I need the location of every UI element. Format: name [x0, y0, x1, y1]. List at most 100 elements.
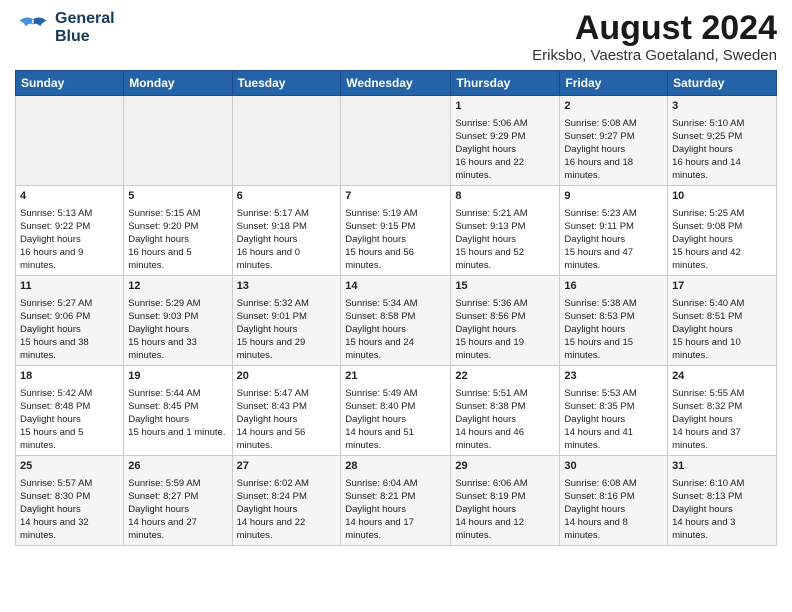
day-number: 20	[237, 369, 337, 384]
calendar-cell: 12Sunrise: 5:29 AMSunset: 9:03 PMDayligh…	[124, 276, 232, 366]
calendar-header: Sunday Monday Tuesday Wednesday Thursday…	[16, 71, 777, 96]
calendar-cell: 19 Sunrise: 5:44 AMSunset: 8:45 PMDayligh…	[124, 366, 232, 456]
calendar-cell: 7 Sunrise: 5:19 AMSunset: 9:15 PMDaylight…	[341, 186, 451, 276]
day-content: Sunrise: 5:42 AMSunset: 8:48 PMDaylight …	[20, 387, 119, 453]
day-number: 4	[20, 189, 119, 204]
day-number: 15	[455, 279, 555, 294]
calendar-cell	[124, 96, 232, 186]
day-number: 16	[564, 279, 663, 294]
calendar-cell: 4Sunrise: 5:13 AMSunset: 9:22 PMDaylight…	[16, 186, 124, 276]
col-wednesday: Wednesday	[341, 71, 451, 96]
calendar-cell: 1Sunrise: 5:06 AMSunset: 9:29 PMDaylight…	[451, 96, 560, 186]
day-number: 18	[20, 369, 119, 384]
calendar-cell: 14 Sunrise: 5:34 AMSunset: 8:58 PMDayligh…	[341, 276, 451, 366]
header: General Blue August 2024 Eriksbo, Vaestr…	[15, 10, 777, 64]
calendar-cell: 16 Sunrise: 5:38 AMSunset: 8:53 PMDayligh…	[560, 276, 668, 366]
day-number: 8	[455, 189, 555, 204]
day-content: Sunrise: 5:34 AMSunset: 8:58 PMDaylight …	[345, 297, 446, 363]
day-content: Sunrise: 5:19 AMSunset: 9:15 PMDaylight …	[345, 207, 446, 273]
day-content: Sunrise: 5:10 AMSunset: 9:25 PMDaylight …	[672, 117, 772, 183]
day-content: Sunrise: 5:15 AMSunset: 9:20 PMDaylight …	[128, 207, 227, 273]
calendar-cell	[232, 96, 341, 186]
day-content: Sunrise: 5:23 AMSunset: 9:11 PMDaylight …	[564, 207, 663, 273]
day-content: Sunrise: 5:47 AMSunset: 8:43 PMDaylight …	[237, 387, 337, 453]
calendar-cell: 30Sunrise: 6:08 AMSunset: 8:16 PMDayligh…	[560, 456, 668, 546]
day-number: 7	[345, 189, 446, 204]
day-number: 17	[672, 279, 772, 294]
title-block: August 2024 Eriksbo, Vaestra Goetaland, …	[532, 10, 777, 64]
day-number: 11	[20, 279, 119, 294]
day-content: Sunrise: 5:55 AMSunset: 8:32 PMDaylight …	[672, 387, 772, 453]
col-tuesday: Tuesday	[232, 71, 341, 96]
calendar-cell: 11 Sunrise: 5:27 AMSunset: 9:06 PMDayligh…	[16, 276, 124, 366]
header-row: Sunday Monday Tuesday Wednesday Thursday…	[16, 71, 777, 96]
calendar-cell: 15 Sunrise: 5:36 AMSunset: 8:56 PMDayligh…	[451, 276, 560, 366]
day-content: Sunrise: 5:40 AMSunset: 8:51 PMDaylight …	[672, 297, 772, 363]
day-content: Sunrise: 5:38 AMSunset: 8:53 PMDaylight …	[564, 297, 663, 363]
calendar-week-5: 25 Sunrise: 5:57 AMSunset: 8:30 PMDayligh…	[16, 456, 777, 546]
day-content: Sunrise: 5:53 AMSunset: 8:35 PMDaylight …	[564, 387, 663, 453]
day-number: 2	[564, 99, 663, 114]
calendar-cell: 18 Sunrise: 5:42 AMSunset: 8:48 PMDayligh…	[16, 366, 124, 456]
day-content: Sunrise: 5:57 AMSunset: 8:30 PMDaylight …	[20, 477, 119, 543]
day-number: 3	[672, 99, 772, 114]
page-container: General Blue August 2024 Eriksbo, Vaestr…	[0, 0, 792, 556]
day-content: Sunrise: 5:21 AMSunset: 9:13 PMDaylight …	[455, 207, 555, 273]
day-content: Sunrise: 6:10 AMSunset: 8:13 PMDaylight …	[672, 477, 772, 543]
day-number: 28	[345, 459, 446, 474]
calendar-cell: 22Sunrise: 5:51 AMSunset: 8:38 PMDayligh…	[451, 366, 560, 456]
calendar-cell: 6 Sunrise: 5:17 AMSunset: 9:18 PMDaylight…	[232, 186, 341, 276]
day-content: Sunrise: 6:04 AMSunset: 8:21 PMDaylight …	[345, 477, 446, 543]
day-number: 19	[128, 369, 227, 384]
logo-icon	[15, 10, 51, 46]
day-number: 21	[345, 369, 446, 384]
calendar-title: August 2024	[532, 10, 777, 47]
calendar-cell: 8 Sunrise: 5:21 AMSunset: 9:13 PMDaylight…	[451, 186, 560, 276]
day-number: 10	[672, 189, 772, 204]
day-number: 5	[128, 189, 227, 204]
calendar-cell: 31Sunrise: 6:10 AMSunset: 8:13 PMDayligh…	[668, 456, 777, 546]
calendar-week-1: 1Sunrise: 5:06 AMSunset: 9:29 PMDaylight…	[16, 96, 777, 186]
day-number: 27	[237, 459, 337, 474]
calendar-cell	[16, 96, 124, 186]
calendar-table: Sunday Monday Tuesday Wednesday Thursday…	[15, 70, 777, 546]
day-content: Sunrise: 6:06 AMSunset: 8:19 PMDaylight …	[455, 477, 555, 543]
day-number: 29	[455, 459, 555, 474]
calendar-cell: 23Sunrise: 5:53 AMSunset: 8:35 PMDayligh…	[560, 366, 668, 456]
day-content: Sunrise: 5:06 AMSunset: 9:29 PMDaylight …	[455, 117, 555, 183]
day-number: 14	[345, 279, 446, 294]
day-content: Sunrise: 5:59 AMSunset: 8:27 PMDaylight …	[128, 477, 227, 543]
day-content: Sunrise: 5:17 AMSunset: 9:18 PMDaylight …	[237, 207, 337, 273]
calendar-cell: 21Sunrise: 5:49 AMSunset: 8:40 PMDayligh…	[341, 366, 451, 456]
day-number: 25	[20, 459, 119, 474]
calendar-cell: 9 Sunrise: 5:23 AMSunset: 9:11 PMDaylight…	[560, 186, 668, 276]
col-monday: Monday	[124, 71, 232, 96]
col-sunday: Sunday	[16, 71, 124, 96]
day-content: Sunrise: 5:25 AMSunset: 9:08 PMDaylight …	[672, 207, 772, 273]
col-thursday: Thursday	[451, 71, 560, 96]
col-saturday: Saturday	[668, 71, 777, 96]
day-number: 6	[237, 189, 337, 204]
day-number: 26	[128, 459, 227, 474]
logo-line1: General	[55, 10, 115, 28]
day-content: Sunrise: 5:36 AMSunset: 8:56 PMDaylight …	[455, 297, 555, 363]
calendar-cell: 28 Sunrise: 6:04 AMSunset: 8:21 PMDayligh…	[341, 456, 451, 546]
calendar-cell: 17 Sunrise: 5:40 AMSunset: 8:51 PMDayligh…	[668, 276, 777, 366]
calendar-cell: 27Sunrise: 6:02 AMSunset: 8:24 PMDayligh…	[232, 456, 341, 546]
day-content: Sunrise: 5:32 AMSunset: 9:01 PMDaylight …	[237, 297, 337, 363]
day-number: 9	[564, 189, 663, 204]
day-content: Sunrise: 5:29 AMSunset: 9:03 PMDaylight …	[128, 297, 227, 363]
calendar-cell: 13Sunrise: 5:32 AMSunset: 9:01 PMDayligh…	[232, 276, 341, 366]
logo-text: General Blue	[55, 10, 115, 45]
calendar-cell: 25 Sunrise: 5:57 AMSunset: 8:30 PMDayligh…	[16, 456, 124, 546]
calendar-subtitle: Eriksbo, Vaestra Goetaland, Sweden	[532, 47, 777, 64]
calendar-cell: 26 Sunrise: 5:59 AMSunset: 8:27 PMDayligh…	[124, 456, 232, 546]
day-content: Sunrise: 5:44 AMSunset: 8:45 PMDaylight …	[128, 387, 227, 439]
day-content: Sunrise: 6:08 AMSunset: 8:16 PMDaylight …	[564, 477, 663, 543]
calendar-cell: 3 Sunrise: 5:10 AMSunset: 9:25 PMDaylight…	[668, 96, 777, 186]
calendar-week-3: 11 Sunrise: 5:27 AMSunset: 9:06 PMDayligh…	[16, 276, 777, 366]
day-number: 22	[455, 369, 555, 384]
day-content: Sunrise: 5:27 AMSunset: 9:06 PMDaylight …	[20, 297, 119, 363]
day-number: 24	[672, 369, 772, 384]
calendar-cell: 20 Sunrise: 5:47 AMSunset: 8:43 PMDayligh…	[232, 366, 341, 456]
